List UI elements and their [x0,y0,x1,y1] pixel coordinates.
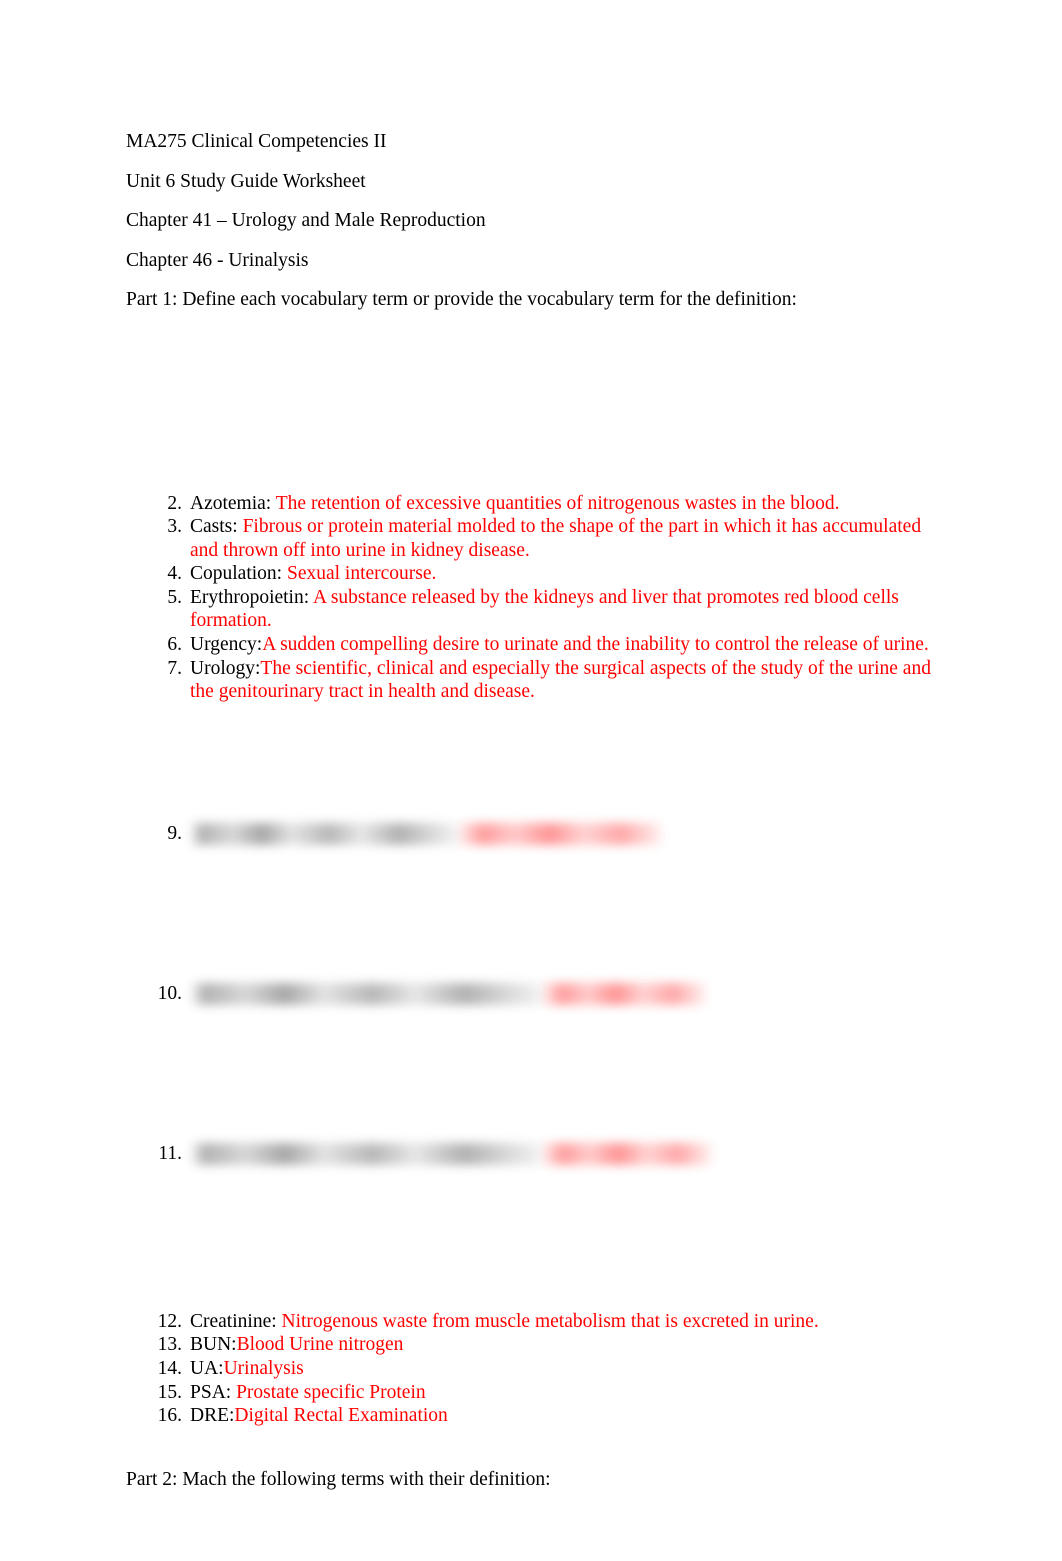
list-item-term: Casts: [190,516,243,538]
list-item-number: 3. [167,516,182,538]
list-item-term: Creatinine: [190,1310,282,1332]
chapter-46-line: Chapter 46 - Urinalysis [126,249,309,271]
redacted-text-bar-black [190,822,458,845]
chapter-41-line: Chapter 41 – Urology and Male Reproducti… [126,210,486,231]
list-item-term: Copulation: [190,563,287,585]
list-item-number: 10. [157,982,182,1004]
list-item-number: 9. [167,822,182,844]
top-spacer [126,320,936,492]
unit-title-line: Unit 6 Study Guide Worksheet [126,170,366,192]
spacer-before-item-12 [126,1172,936,1310]
list-item-number: 14. [157,1358,182,1380]
list-item-answer: A sudden compelling desire to urinate an… [262,634,929,656]
spacer-before-item-9 [126,704,936,822]
document-header: MA275 Clinical Competencies II Unit 6 St… [126,122,936,320]
spacer-before-item-10 [126,852,936,982]
list-item: 13. BUN:Blood Urine nitrogen [126,1333,936,1357]
redacted-text-bar-black [190,982,542,1005]
list-item-term: Urgency: [190,634,263,656]
redacted-text-bar-red [458,822,662,845]
list-item: 4. Copulation: Sexual intercourse. [126,562,936,586]
document-body: MA275 Clinical Competencies II Unit 6 St… [126,122,936,1491]
list-item: 3. Casts: Fibrous or protein material mol… [126,515,936,562]
spacer-before-part2 [126,1428,936,1468]
part1-instruction-line: Part 1: Define each vocabulary term or p… [126,289,797,310]
list-item-number: 4. [167,563,182,585]
course-title-line: MA275 Clinical Competencies II [126,131,387,152]
list-item: 14. UA:Urinalysis [126,1357,936,1381]
list-item-term: DRE: [190,1405,235,1427]
list-item-answer: Digital Rectal Examination [234,1405,448,1427]
list-item-answer: Fibrous or protein material molded to th… [190,516,922,561]
list-item: 2. Azotemia: The retention of excessive q… [126,492,936,516]
list-item-number: 12. [157,1310,182,1332]
list-item-term: Erythropoietin: [190,586,313,608]
list-item-term: PSA: [190,1381,237,1403]
list-item-answer: Urinalysis [223,1358,304,1380]
list-item-answer: Prostate specific Protein [236,1381,426,1403]
spacer-before-item-11 [126,1012,936,1142]
redacted-text-bar-red [542,1142,712,1165]
list-item: 5. Erythropoietin: A substance released b… [126,586,936,633]
list-item: 16. DRE:Digital Rectal Examination [126,1404,936,1428]
list-item-redacted: 9. [126,822,936,852]
vocab-list-group-a: 2. Azotemia: The retention of excessive q… [126,492,936,704]
list-item-number: 6. [167,634,182,656]
redacted-text-bar-red [542,982,706,1005]
list-item-redacted: 11. [126,1142,936,1172]
redacted-text-bar-black [190,1142,542,1165]
list-item-number: 16. [157,1405,182,1427]
list-item-redacted: 10. [126,982,936,1012]
list-item: 6. Urgency:A sudden compelling desire to … [126,633,936,657]
list-item-number: 2. [167,492,182,514]
list-item-answer: Nitrogenous waste from muscle metabolism… [281,1310,819,1332]
list-item-number: 11. [158,1142,182,1164]
list-item-term: BUN: [190,1334,237,1356]
list-item-number: 13. [157,1334,182,1356]
list-item-term: Azotemia: [190,492,276,514]
list-item: 15. PSA: Prostate specific Protein [126,1381,936,1405]
list-item-number: 5. [167,586,182,608]
list-item-answer: Blood Urine nitrogen [236,1334,404,1356]
vocab-list-group-b: 12. Creatinine: Nitrogenous waste from mu… [126,1310,936,1428]
part2-heading: Part 2: Mach the following terms with th… [126,1468,551,1490]
list-item-answer: The scientific, clinical and especially … [190,657,931,703]
list-item-term: Urology: [190,657,261,679]
document-page: MA275 Clinical Competencies II Unit 6 St… [0,0,1062,1561]
list-item-answer: The retention of excessive quantities of… [275,492,840,514]
list-item: 7. Urology:The scientific, clinical and e… [126,657,936,704]
list-item-number: 15. [157,1381,182,1403]
list-item: 12. Creatinine: Nitrogenous waste from mu… [126,1310,936,1334]
list-item-answer: Sexual intercourse. [286,563,437,585]
list-item-term: UA: [190,1358,224,1380]
list-item-number: 7. [167,657,182,679]
